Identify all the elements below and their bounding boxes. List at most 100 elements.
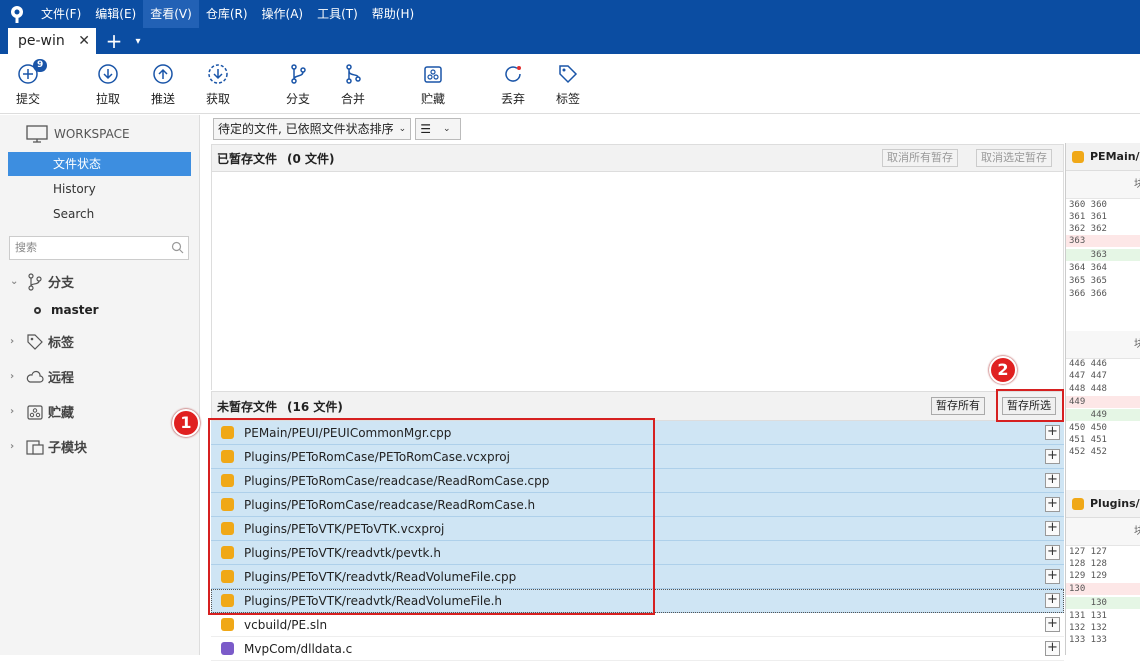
diff-file-header: PEMain/PEUI/PEUICommonMgr.cpp [1066, 143, 1140, 171]
stage-all-button[interactable]: 暂存所有 [931, 397, 985, 415]
menu-file[interactable]: 文件(F) [34, 0, 88, 28]
list-item[interactable]: MvpCom/dlldata.c + [211, 637, 1064, 661]
close-icon[interactable]: ✕ [78, 33, 90, 49]
tags-label: 标签 [48, 336, 75, 351]
stage-file-button[interactable]: + [1045, 425, 1060, 440]
menu-tools[interactable]: 工具(T) [310, 0, 365, 28]
unstage-all-button[interactable]: 取消所有暂存 [882, 149, 958, 167]
stage-file-button[interactable]: + [1045, 497, 1060, 512]
stage-file-button[interactable]: + [1045, 545, 1060, 560]
current-branch-icon [34, 306, 41, 314]
tag-button[interactable]: 标签 [545, 62, 591, 107]
stage-file-button[interactable]: + [1045, 617, 1060, 632]
menu-edit[interactable]: 编辑(E) [88, 0, 143, 28]
merge-label: 合并 [340, 92, 365, 106]
stash-icon [27, 404, 43, 420]
sidebar-section-stashes[interactable]: › 贮藏 [10, 402, 74, 421]
view-mode-dropdown[interactable]: ☰ ⌄ [415, 118, 462, 140]
commit-count-badge: 9 [33, 59, 48, 72]
sidebar-section-tags[interactable]: › 标签 [10, 332, 74, 351]
search-icon [171, 241, 184, 254]
toolbar: 9 提交 拉取 推送 获取 分支 合并 贮藏 丢弃 标签 [0, 54, 1140, 114]
diff-file-header: Plugins/PEToRomCase/PEToRomCase.vcxproj [1066, 490, 1140, 518]
diff-line: 131 131 [1069, 611, 1107, 621]
stash-label: 贮藏 [420, 92, 445, 106]
fetch-button[interactable]: 获取 [195, 62, 241, 107]
staged-title: 已暂存文件 [217, 151, 278, 166]
pull-icon [98, 64, 118, 84]
diff-file-name: PEMain/PEUI/PEUICommonMgr.cpp [1090, 150, 1140, 163]
stashes-label: 贮藏 [48, 406, 75, 421]
menu-view[interactable]: 查看(V) [143, 0, 199, 28]
chevron-right-icon: › [10, 371, 15, 382]
stash-button[interactable]: 贮藏 [410, 62, 456, 107]
chevron-down-icon: ⌄ [442, 124, 451, 134]
chevron-down-icon[interactable]: ▾ [128, 28, 148, 54]
branch-button[interactable]: 分支 [275, 62, 321, 107]
diff-line: 362 362 [1069, 224, 1107, 234]
staged-file-list [211, 172, 1064, 390]
sort-dropdown[interactable]: 待定的文件, 已依照文件状态排序 ⌄ [213, 118, 412, 140]
cloud-icon [26, 370, 44, 383]
stage-file-button[interactable]: + [1045, 473, 1060, 488]
unstage-selected-button[interactable]: 取消选定暂存 [976, 149, 1052, 167]
push-label: 推送 [150, 92, 175, 106]
diff-line: 450 450 [1069, 423, 1107, 433]
tag-label: 标签 [555, 92, 580, 106]
sidebar-item-file-status[interactable]: 文件状态 [8, 152, 191, 176]
menu-actions[interactable]: 操作(A) [255, 0, 311, 28]
diff-line-added: 363 [1066, 249, 1140, 261]
sidebar-search-input[interactable]: 搜索 [9, 236, 189, 260]
push-button[interactable]: 推送 [140, 62, 186, 107]
diff-line: 129 129 [1069, 571, 1107, 581]
diff-pane: PEMain/PEUI/PEUICommonMgr.cpp 块 360 360 … [1065, 143, 1140, 655]
diff-line-removed: 130 [1066, 583, 1140, 595]
branch-item-master[interactable]: master [34, 303, 99, 317]
diff-line: 365 365 [1069, 276, 1107, 286]
merge-button[interactable]: 合并 [330, 62, 376, 107]
diff-line: 366 366 [1069, 289, 1107, 299]
discard-button[interactable]: 丢弃 [490, 62, 536, 107]
pull-button[interactable]: 拉取 [85, 62, 131, 107]
staged-files-header: 已暂存文件 (0 文件) 取消所有暂存 取消选定暂存 [211, 144, 1064, 172]
sidebar-section-remotes[interactable]: › 远程 [10, 367, 74, 386]
diff-line: 132 132 [1069, 623, 1107, 633]
stage-file-button[interactable]: + [1045, 449, 1060, 464]
highlight-box-stage-selected [996, 389, 1064, 422]
diff-hunk-header: 块 [1066, 331, 1140, 359]
highlight-box-files [208, 418, 655, 615]
menu-repository[interactable]: 仓库(R) [199, 0, 255, 28]
callout-badge-1: 1 [172, 409, 200, 437]
sidebar-item-search[interactable]: Search [8, 202, 191, 226]
chevron-down-icon: ⌄ [398, 124, 407, 134]
sidebar-item-history[interactable]: History [8, 177, 191, 201]
diff-hunk-header: 块 [1066, 171, 1140, 199]
fetch-label: 获取 [205, 92, 230, 106]
sidebar-section-submodules[interactable]: › 子模块 [10, 437, 87, 456]
diff-line: 133 133 [1069, 635, 1107, 645]
diff-line: 451 451 [1069, 435, 1107, 445]
pull-label: 拉取 [95, 92, 120, 106]
diff-line: 360 360 [1069, 200, 1107, 210]
repo-tab[interactable]: pe-win ✕ [8, 28, 96, 54]
modified-file-icon [1072, 150, 1084, 163]
unstaged-files-header: 未暂存文件 (16 文件) 暂存所有 暂存所选 [211, 391, 1064, 421]
list-item[interactable]: vcbuild/PE.sln + [211, 613, 1064, 637]
sidebar-section-branches[interactable]: ⌄ 分支 [10, 272, 74, 291]
workspace-label: WORKSPACE [54, 127, 130, 141]
chevron-right-icon: › [10, 336, 15, 347]
add-tab-icon[interactable]: + [100, 28, 128, 54]
callout-badge-2: 2 [989, 356, 1017, 384]
stage-file-button[interactable]: + [1045, 521, 1060, 536]
tag-icon [27, 333, 43, 350]
diff-file-name: Plugins/PEToRomCase/PEToRomCase.vcxproj [1090, 497, 1140, 510]
stage-file-button[interactable]: + [1045, 593, 1060, 608]
search-placeholder: 搜索 [15, 241, 37, 254]
submodules-label: 子模块 [48, 441, 88, 456]
fetch-icon [208, 64, 228, 84]
diff-line-added: 130 [1066, 597, 1140, 609]
stage-file-button[interactable]: + [1045, 641, 1060, 656]
commit-button[interactable]: 9 提交 [5, 59, 51, 107]
stage-file-button[interactable]: + [1045, 569, 1060, 584]
menu-help[interactable]: 帮助(H) [365, 0, 421, 28]
